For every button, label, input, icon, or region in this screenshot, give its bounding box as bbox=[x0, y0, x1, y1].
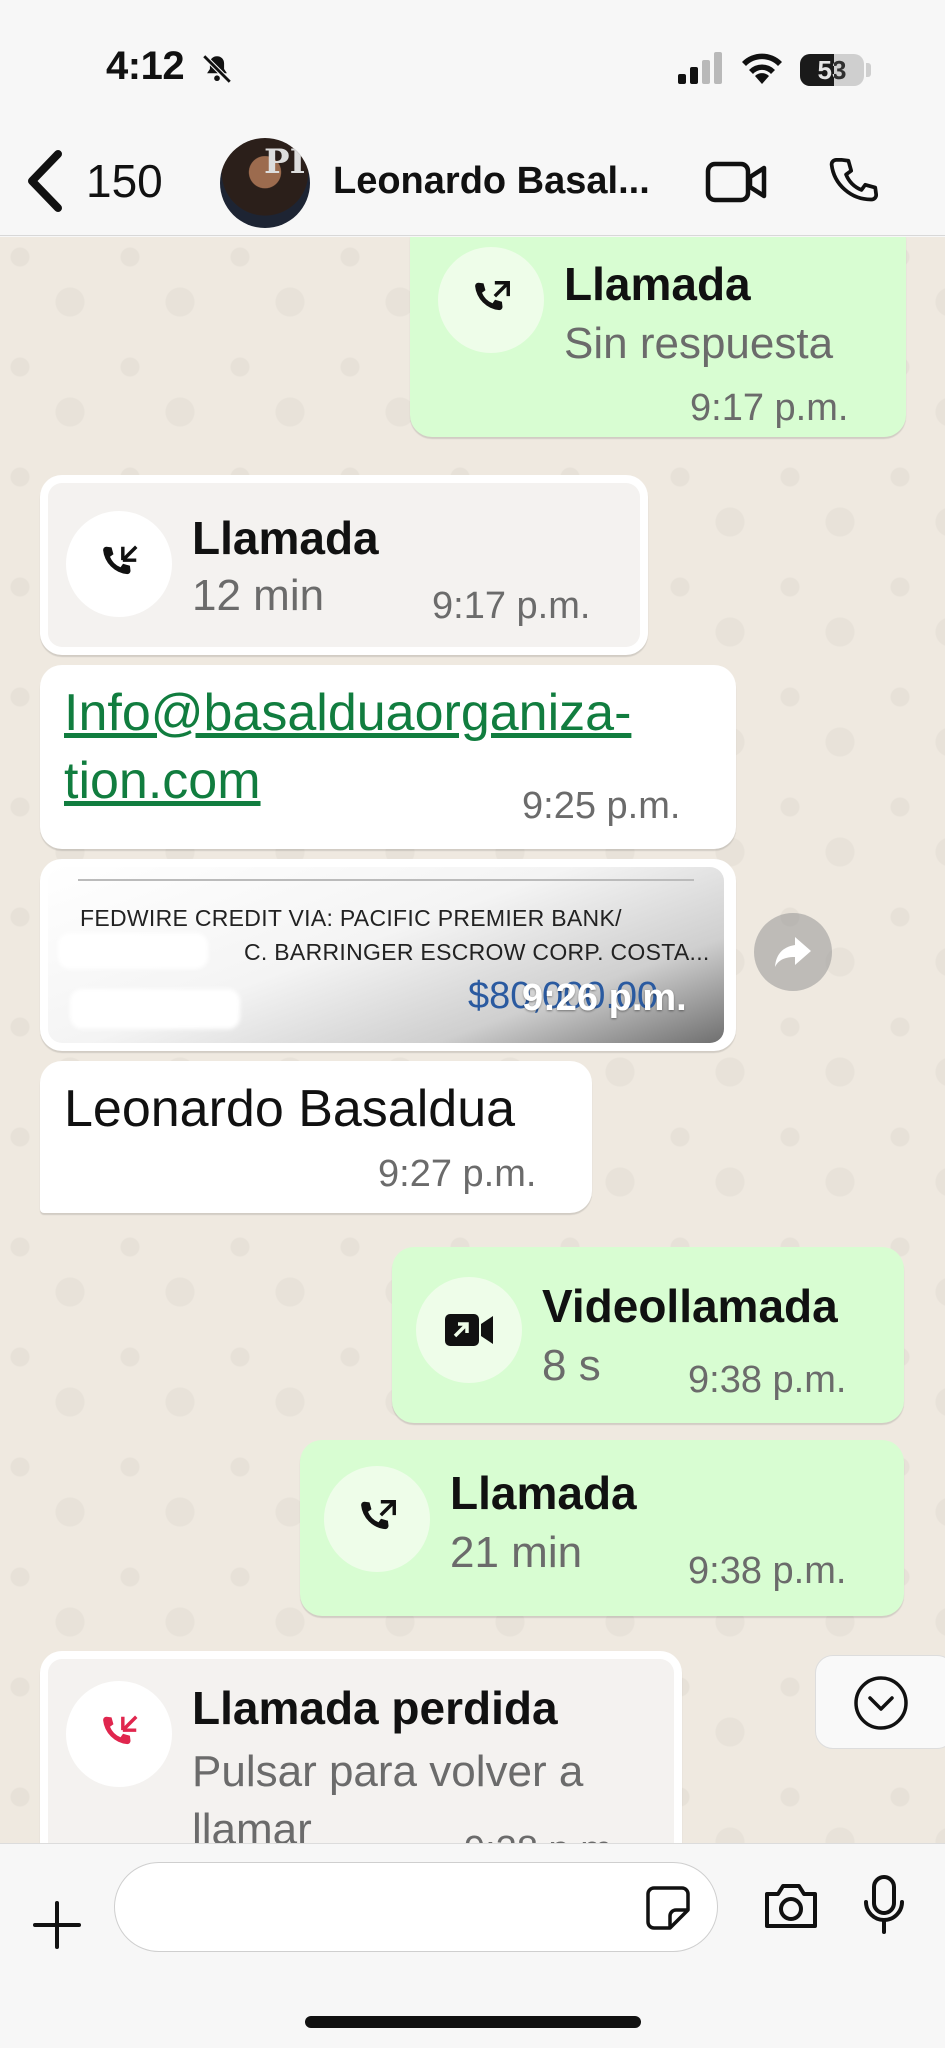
status-time: 4:12 bbox=[106, 44, 185, 88]
wire-transfer-image[interactable]: FEDWIRE CREDIT VIA: PACIFIC PREMIER BANK… bbox=[48, 867, 724, 1043]
message-time: 9:17 p.m. bbox=[432, 585, 591, 627]
battery-tip bbox=[866, 63, 871, 77]
forward-button[interactable] bbox=[754, 913, 832, 991]
battery-icon: 53 bbox=[800, 54, 864, 86]
chevron-left-icon[interactable] bbox=[22, 148, 66, 219]
call-title: Llamada bbox=[564, 258, 751, 310]
call-title: Llamada perdida bbox=[192, 1682, 558, 1734]
video-call-button[interactable] bbox=[705, 158, 769, 211]
microphone-button[interactable] bbox=[862, 1874, 906, 1941]
incoming-call-icon bbox=[66, 511, 172, 617]
message-text: Leonardo Basaldua bbox=[64, 1080, 516, 1138]
voice-call-button[interactable] bbox=[826, 154, 882, 215]
call-detail: 12 min bbox=[192, 571, 325, 620]
sticker-icon[interactable] bbox=[644, 1884, 692, 1932]
cellular-signal-icon bbox=[678, 52, 726, 89]
image-text-line: FEDWIRE CREDIT VIA: PACIFIC PREMIER BANK… bbox=[80, 905, 622, 931]
redaction-mark bbox=[70, 989, 240, 1029]
call-detail: 21 min bbox=[450, 1528, 583, 1577]
contact-name[interactable]: Leonardo Basal... bbox=[333, 160, 673, 203]
call-title: Videollamada bbox=[542, 1280, 838, 1332]
call-title: Llamada bbox=[192, 512, 379, 564]
call-message-outgoing[interactable]: Llamada Sin respuesta 9:17 p.m. bbox=[410, 237, 906, 437]
call-message-incoming[interactable]: Llamada 12 min 9:17 p.m. bbox=[40, 475, 648, 655]
camera-button[interactable] bbox=[762, 1880, 820, 1937]
call-detail: 8 s bbox=[542, 1341, 601, 1390]
microphone-icon[interactable] bbox=[862, 1874, 906, 1936]
message-time: 9:38 p.m. bbox=[464, 1829, 622, 1843]
call-detail: Pulsar para volver a llamar bbox=[192, 1747, 584, 1843]
call-title: Llamada bbox=[450, 1467, 637, 1519]
chat-header: 150 PI Leonardo Basal... bbox=[0, 130, 945, 236]
forward-arrow-icon[interactable] bbox=[773, 935, 813, 969]
message-time: 9:26 p.m. bbox=[522, 977, 687, 1019]
image-text-line: C. BARRINGER ESCROW CORP. COSTA... bbox=[244, 939, 710, 965]
message-time: 9:38 p.m. bbox=[688, 1550, 847, 1592]
contact-avatar[interactable]: PI bbox=[220, 138, 310, 228]
message-time: 9:38 p.m. bbox=[688, 1359, 847, 1401]
sticker-button[interactable] bbox=[644, 1884, 692, 1937]
link-message[interactable]: Info@basalduaorganiza-tion.com 9:25 p.m. bbox=[40, 665, 736, 849]
outgoing-call-icon bbox=[438, 247, 544, 353]
image-message[interactable]: FEDWIRE CREDIT VIA: PACIFIC PREMIER BANK… bbox=[40, 859, 736, 1051]
message-input[interactable] bbox=[114, 1862, 718, 1952]
silent-bell-icon bbox=[200, 52, 234, 91]
battery-percentage: 53 bbox=[817, 55, 847, 85]
message-composer bbox=[0, 1843, 945, 2048]
home-indicator bbox=[305, 2016, 641, 2028]
call-message-outgoing[interactable]: Llamada 21 min 9:38 p.m. bbox=[300, 1440, 904, 1616]
chevron-down-icon[interactable] bbox=[852, 1674, 910, 1737]
avatar-initials: PI bbox=[264, 142, 306, 182]
attach-plus-button[interactable] bbox=[32, 1900, 82, 1955]
chat-messages[interactable]: Llamada Sin respuesta 9:17 p.m. Llamada … bbox=[0, 237, 945, 1843]
wifi-icon bbox=[740, 50, 784, 89]
call-detail: Sin respuesta bbox=[564, 319, 834, 368]
text-message[interactable]: Leonardo Basaldua 9:27 p.m. bbox=[40, 1061, 592, 1213]
status-bar: 4:12 53 bbox=[0, 0, 945, 130]
redaction-mark bbox=[58, 933, 208, 969]
message-time: 9:27 p.m. bbox=[378, 1153, 537, 1195]
outgoing-call-icon bbox=[324, 1466, 430, 1572]
message-time: 9:17 p.m. bbox=[690, 387, 849, 429]
unread-chats-count[interactable]: 150 bbox=[86, 154, 163, 208]
scroll-to-bottom-button[interactable] bbox=[815, 1655, 945, 1749]
video-call-icon bbox=[416, 1277, 522, 1383]
divider bbox=[78, 879, 694, 881]
message-time: 9:25 p.m. bbox=[522, 785, 681, 827]
missed-call-icon bbox=[66, 1681, 172, 1787]
plus-icon[interactable] bbox=[32, 1900, 82, 1950]
camera-icon[interactable] bbox=[762, 1880, 820, 1932]
video-call-message[interactable]: Videollamada 8 s 9:38 p.m. bbox=[392, 1247, 904, 1423]
missed-call-message[interactable]: Llamada perdida Pulsar para volver a lla… bbox=[40, 1651, 682, 1843]
